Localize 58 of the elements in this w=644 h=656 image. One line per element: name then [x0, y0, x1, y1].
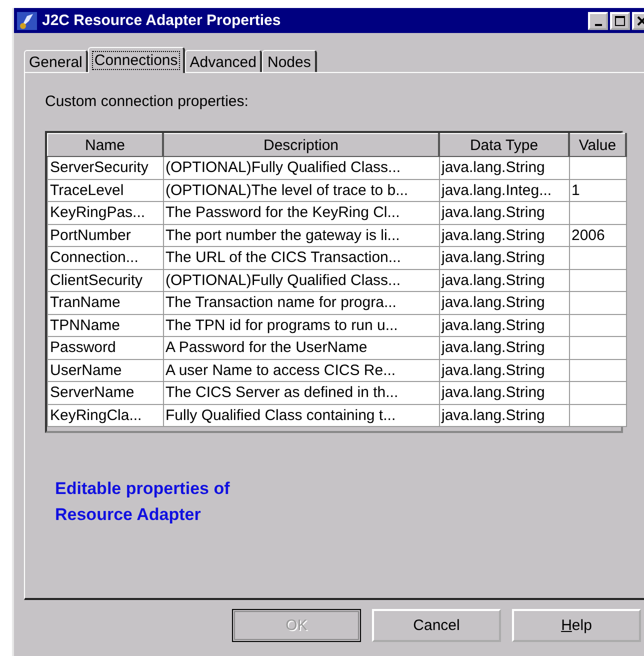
tab[interactable]: Connections [88, 47, 185, 73]
tab[interactable]: Advanced [184, 50, 262, 72]
table-cell: java.lang.String [442, 362, 545, 379]
table-cell: java.lang.String [442, 339, 545, 356]
table-cell: TranName [50, 294, 120, 312]
minimize-button[interactable] [588, 12, 608, 30]
table-cell: Fully Qualified Class containing t... [166, 406, 396, 424]
table-cell: KeyRingCla... [50, 406, 142, 424]
table-cell: The CICS Server as defined in th... [166, 384, 398, 402]
table-cell: ServerSecurity [50, 159, 148, 176]
table-cell: The Password for the KeyRing Cl... [166, 204, 400, 222]
table-cell: java.lang.String [442, 406, 545, 424]
table-cell: java.lang.String [442, 249, 545, 266]
table-cell: java.lang.String [442, 272, 545, 289]
table-cell: java.lang.String [442, 384, 545, 402]
section-label: Custom connection properties: [45, 93, 248, 112]
maximize-button[interactable] [610, 12, 630, 30]
table-cell: Connection... [50, 249, 138, 266]
column-header[interactable]: Name [48, 134, 163, 156]
maximize-icon [615, 16, 625, 26]
table-cell: java.lang.String [442, 294, 545, 312]
annotation-text: Resource Adapter [55, 505, 201, 525]
column-header[interactable]: Data Type [439, 134, 569, 156]
dialog-button[interactable]: Help [512, 609, 641, 642]
table-cell: KeyRingPas... [50, 204, 146, 222]
tab[interactable]: Nodes [262, 50, 317, 72]
table-cell: java.lang.Integ... [442, 182, 552, 199]
table-cell: (OPTIONAL)Fully Qualified Class... [166, 272, 401, 289]
table-cell: A Password for the UserName [166, 339, 368, 356]
table-cell: The Transaction name for progra... [166, 294, 396, 312]
table-cell: PortNumber [50, 226, 131, 244]
app-icon [17, 12, 37, 30]
table-cell: (OPTIONAL)The level of trace to b... [166, 182, 408, 199]
table-cell: TPNName [50, 316, 120, 334]
table-cell: 2006 [572, 226, 605, 244]
table-cell: (OPTIONAL)Fully Qualified Class... [166, 159, 401, 176]
table-cell: The port number the gateway is li... [166, 226, 400, 244]
table-cell: TraceLevel [50, 182, 124, 199]
minimize-icon [594, 24, 602, 26]
table-cell: Password [50, 339, 116, 356]
column-header[interactable]: Value [569, 134, 626, 156]
table-cell: UserName [50, 362, 122, 379]
table-cell: java.lang.String [442, 204, 545, 222]
table-cell: ServerName [50, 384, 134, 402]
table-cell: A user Name to access CICS Re... [166, 362, 396, 379]
window-title: J2C Resource Adapter Properties [42, 12, 282, 29]
column-header[interactable]: Description [163, 134, 439, 156]
table-cell: 1 [572, 182, 580, 199]
table-cell: The URL of the CICS Transaction... [166, 249, 401, 266]
dialog-button[interactable]: Cancel [372, 609, 501, 642]
close-icon [637, 16, 644, 26]
annotation-text: Editable properties of [55, 479, 230, 499]
table-cell: ClientSecurity [50, 272, 143, 289]
table-cell: java.lang.String [442, 226, 545, 244]
table-cell: java.lang.String [442, 159, 545, 176]
table-cell: The TPN id for programs to run u... [166, 316, 398, 334]
tab[interactable]: General [24, 50, 88, 72]
table-cell: java.lang.String [442, 316, 545, 334]
